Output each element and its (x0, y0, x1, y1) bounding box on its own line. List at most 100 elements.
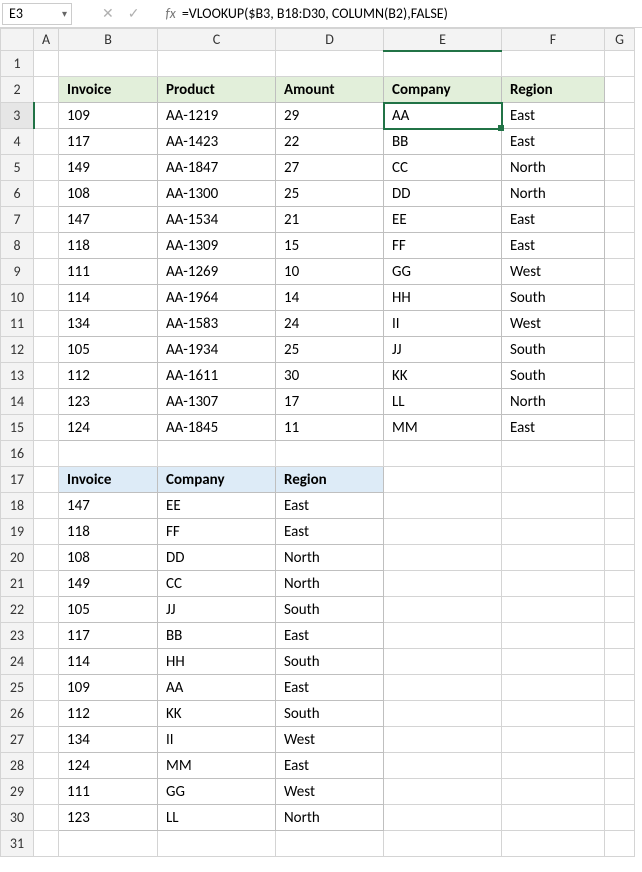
cell-A25[interactable] (34, 675, 59, 701)
cell-F1[interactable] (502, 51, 605, 77)
cell-E1[interactable] (384, 51, 502, 77)
cancel-icon[interactable]: ✕ (102, 5, 114, 22)
cell-E5[interactable]: CC (384, 155, 502, 181)
cell-D22[interactable]: South (276, 597, 384, 623)
cell-G22[interactable] (605, 597, 635, 623)
row-header-23[interactable]: 23 (1, 623, 34, 649)
cell-A13[interactable] (34, 363, 59, 389)
cell-A26[interactable] (34, 701, 59, 727)
cell-B4[interactable]: 117 (59, 129, 158, 155)
cell-B1[interactable] (59, 51, 158, 77)
confirm-icon[interactable]: ✓ (128, 5, 140, 22)
cell-F27[interactable] (502, 727, 605, 753)
cell-F29[interactable] (502, 779, 605, 805)
cell-A23[interactable] (34, 623, 59, 649)
spreadsheet-grid[interactable]: ABCDEFG 12InvoiceProductAmountCompanyReg… (0, 28, 635, 857)
cell-E29[interactable] (384, 779, 502, 805)
row-header-28[interactable]: 28 (1, 753, 34, 779)
row-header-29[interactable]: 29 (1, 779, 34, 805)
cell-B8[interactable]: 118 (59, 233, 158, 259)
cell-B31[interactable] (59, 831, 158, 857)
row-header-21[interactable]: 21 (1, 571, 34, 597)
cell-A30[interactable] (34, 805, 59, 831)
cell-C12[interactable]: AA-1934 (158, 337, 276, 363)
cell-F12[interactable]: South (502, 337, 605, 363)
cell-C19[interactable]: FF (158, 519, 276, 545)
row-header-24[interactable]: 24 (1, 649, 34, 675)
cell-C16[interactable] (158, 441, 276, 467)
cell-B19[interactable]: 118 (59, 519, 158, 545)
cell-G29[interactable] (605, 779, 635, 805)
cell-C4[interactable]: AA-1423 (158, 129, 276, 155)
cell-F6[interactable]: North (502, 181, 605, 207)
cell-D15[interactable]: 11 (276, 415, 384, 441)
cell-D16[interactable] (276, 441, 384, 467)
cell-F28[interactable] (502, 753, 605, 779)
row-header-8[interactable]: 8 (1, 233, 34, 259)
cell-G30[interactable] (605, 805, 635, 831)
cell-C25[interactable]: AA (158, 675, 276, 701)
cell-F30[interactable] (502, 805, 605, 831)
select-all-corner[interactable] (1, 29, 34, 51)
cell-D12[interactable]: 25 (276, 337, 384, 363)
cell-C6[interactable]: AA-1300 (158, 181, 276, 207)
row-header-26[interactable]: 26 (1, 701, 34, 727)
cell-F14[interactable]: North (502, 389, 605, 415)
cell-A20[interactable] (34, 545, 59, 571)
cell-D20[interactable]: North (276, 545, 384, 571)
cell-B3[interactable]: 109 (59, 103, 158, 129)
cell-G7[interactable] (605, 207, 635, 233)
cell-A27[interactable] (34, 727, 59, 753)
column-header-C[interactable]: C (158, 29, 276, 51)
cell-E7[interactable]: EE (384, 207, 502, 233)
cell-B23[interactable]: 117 (59, 623, 158, 649)
cell-D27[interactable]: West (276, 727, 384, 753)
cell-C14[interactable]: AA-1307 (158, 389, 276, 415)
cell-C7[interactable]: AA-1534 (158, 207, 276, 233)
cell-F25[interactable] (502, 675, 605, 701)
cell-E24[interactable] (384, 649, 502, 675)
cell-A16[interactable] (34, 441, 59, 467)
row-header-22[interactable]: 22 (1, 597, 34, 623)
cell-E27[interactable] (384, 727, 502, 753)
cell-E19[interactable] (384, 519, 502, 545)
cell-A15[interactable] (34, 415, 59, 441)
cell-G23[interactable] (605, 623, 635, 649)
row-header-18[interactable]: 18 (1, 493, 34, 519)
cell-E2[interactable]: Company (384, 77, 502, 103)
cell-G4[interactable] (605, 129, 635, 155)
cell-E22[interactable] (384, 597, 502, 623)
row-header-5[interactable]: 5 (1, 155, 34, 181)
formula-input[interactable]: =VLOOKUP($B3, B18:D30, COLUMN(B2),FALSE) (182, 5, 642, 22)
row-header-7[interactable]: 7 (1, 207, 34, 233)
cell-C3[interactable]: AA-1219 (158, 103, 276, 129)
cell-C11[interactable]: AA-1583 (158, 311, 276, 337)
cell-D6[interactable]: 25 (276, 181, 384, 207)
cell-G16[interactable] (605, 441, 635, 467)
cell-D19[interactable]: East (276, 519, 384, 545)
cell-F4[interactable]: East (502, 129, 605, 155)
row-header-3[interactable]: 3 (1, 103, 34, 129)
cell-B5[interactable]: 149 (59, 155, 158, 181)
cell-E21[interactable] (384, 571, 502, 597)
cell-G20[interactable] (605, 545, 635, 571)
cell-C9[interactable]: AA-1269 (158, 259, 276, 285)
cell-A3[interactable] (34, 103, 59, 129)
cell-B12[interactable]: 105 (59, 337, 158, 363)
cell-B16[interactable] (59, 441, 158, 467)
cell-F13[interactable]: South (502, 363, 605, 389)
cell-E20[interactable] (384, 545, 502, 571)
cell-D2[interactable]: Amount (276, 77, 384, 103)
cell-C21[interactable]: CC (158, 571, 276, 597)
row-header-14[interactable]: 14 (1, 389, 34, 415)
name-box-dropdown-icon[interactable]: ▾ (62, 7, 67, 20)
row-header-30[interactable]: 30 (1, 805, 34, 831)
cell-C2[interactable]: Product (158, 77, 276, 103)
cell-G31[interactable] (605, 831, 635, 857)
column-header-G[interactable]: G (605, 29, 635, 51)
cell-D31[interactable] (276, 831, 384, 857)
cell-D13[interactable]: 30 (276, 363, 384, 389)
cell-A12[interactable] (34, 337, 59, 363)
cell-F16[interactable] (502, 441, 605, 467)
cell-A1[interactable] (34, 51, 59, 77)
